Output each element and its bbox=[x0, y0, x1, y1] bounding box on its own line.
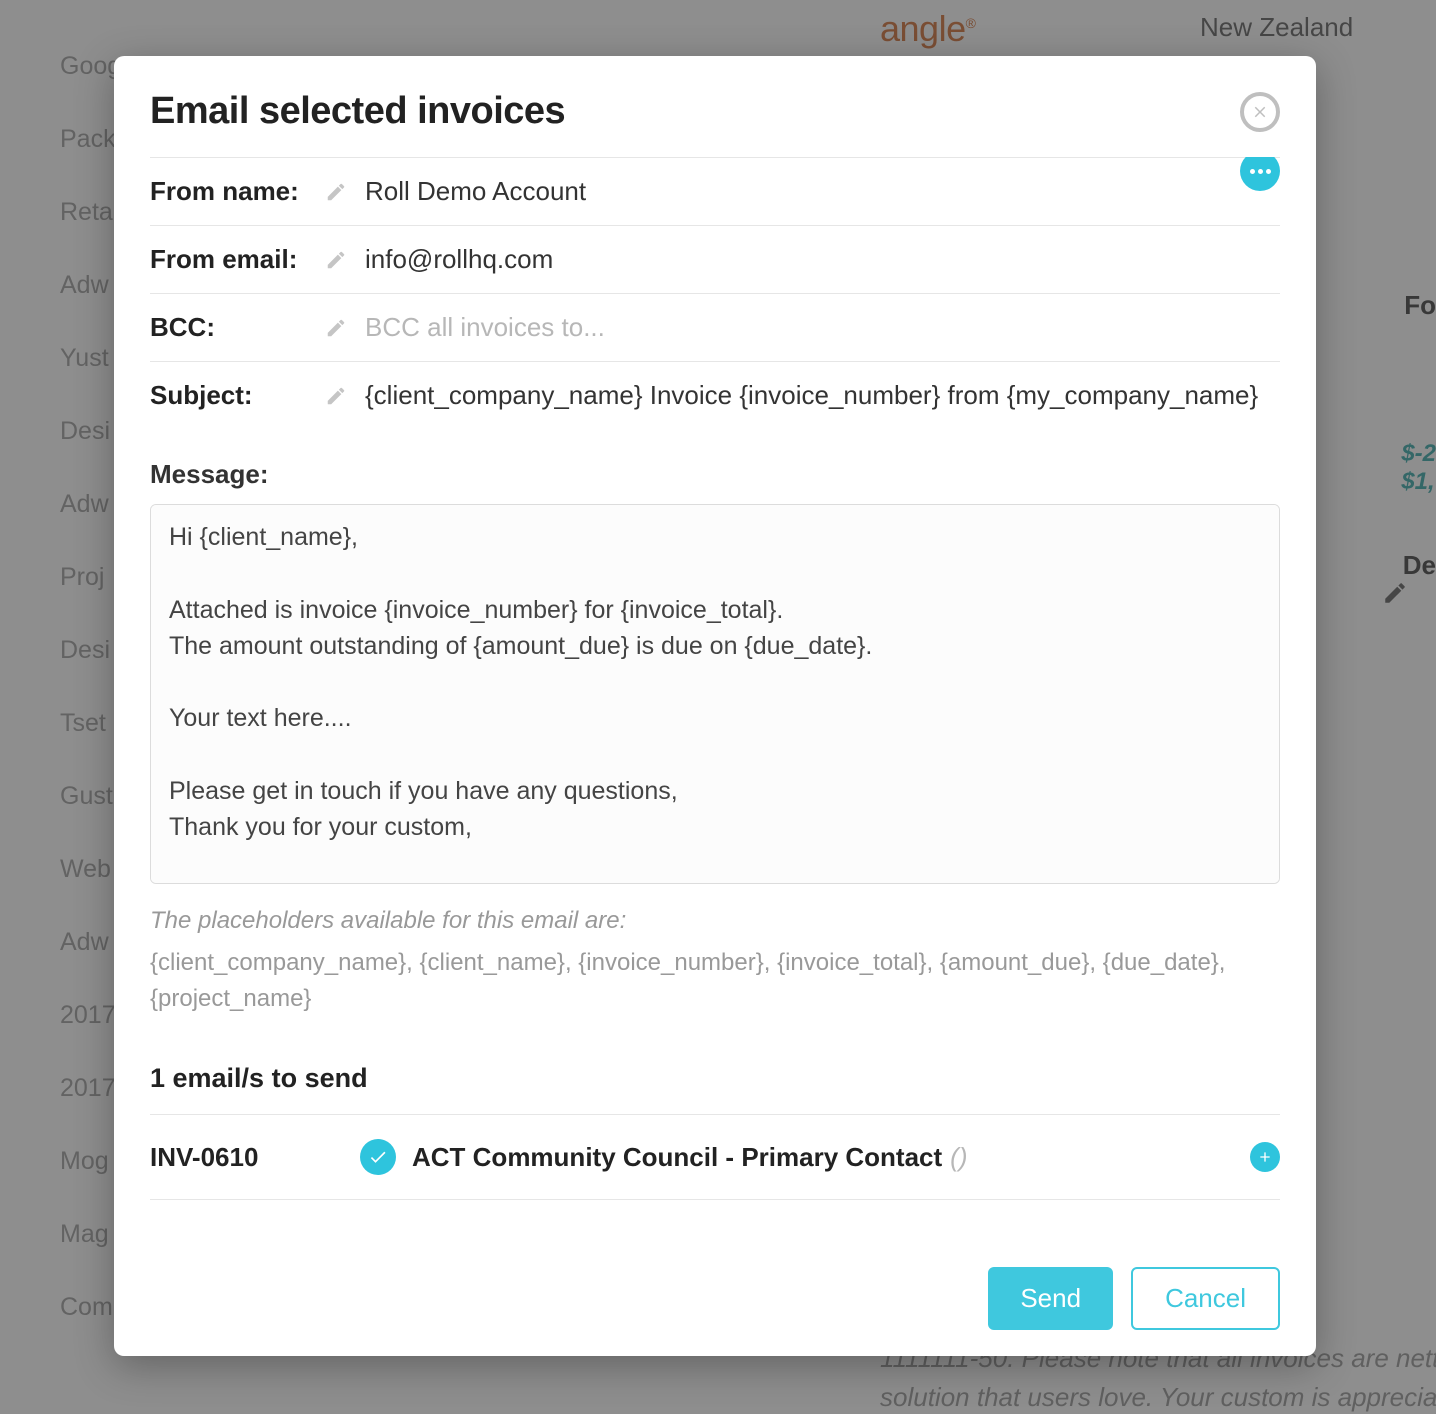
bcc-row: BCC: BCC all invoices to... bbox=[150, 293, 1280, 361]
from-name-row: From name: Roll Demo Account bbox=[150, 157, 1280, 225]
recipient-selected-toggle[interactable] bbox=[360, 1139, 396, 1175]
placeholders-hint-intro: The placeholders available for this emai… bbox=[150, 889, 1280, 935]
send-button[interactable]: Send bbox=[988, 1267, 1113, 1330]
from-name-value[interactable]: Roll Demo Account bbox=[365, 176, 1280, 207]
plus-icon bbox=[1257, 1149, 1273, 1165]
bcc-label: BCC: bbox=[150, 312, 325, 343]
bcc-placeholder[interactable]: BCC all invoices to... bbox=[365, 312, 1280, 343]
email-invoices-modal: Email selected invoices From name: Roll … bbox=[114, 56, 1316, 1356]
message-label: Message: bbox=[150, 429, 1280, 504]
from-email-label: From email: bbox=[150, 244, 325, 275]
recipient-email-paren: () bbox=[950, 1142, 967, 1173]
recipient-name: ACT Community Council - Primary Contact bbox=[412, 1142, 942, 1173]
close-button[interactable] bbox=[1240, 92, 1280, 132]
message-textarea[interactable] bbox=[150, 504, 1280, 884]
subject-label: Subject: bbox=[150, 380, 325, 411]
from-email-row: From email: info@rollhq.com bbox=[150, 225, 1280, 293]
pencil-icon[interactable] bbox=[325, 385, 351, 407]
subject-value[interactable]: {client_company_name} Invoice {invoice_n… bbox=[365, 380, 1280, 411]
check-icon bbox=[368, 1147, 388, 1167]
pencil-icon[interactable] bbox=[325, 249, 351, 271]
from-name-label: From name: bbox=[150, 176, 325, 207]
recipient-row: INV-0610 ACT Community Council - Primary… bbox=[150, 1115, 1280, 1200]
add-recipient-button[interactable] bbox=[1250, 1142, 1280, 1172]
cancel-button[interactable]: Cancel bbox=[1131, 1267, 1280, 1330]
invoice-number: INV-0610 bbox=[150, 1142, 360, 1173]
pencil-icon[interactable] bbox=[325, 317, 351, 339]
subject-row: Subject: {client_company_name} Invoice {… bbox=[150, 361, 1280, 429]
placeholders-hint-list: {client_company_name}, {client_name}, {i… bbox=[150, 935, 1280, 1017]
email-send-count: 1 email/s to send bbox=[150, 1017, 1280, 1115]
from-email-value[interactable]: info@rollhq.com bbox=[365, 244, 1280, 275]
modal-title: Email selected invoices bbox=[150, 90, 565, 133]
close-icon bbox=[1251, 103, 1269, 121]
pencil-icon[interactable] bbox=[325, 181, 351, 203]
